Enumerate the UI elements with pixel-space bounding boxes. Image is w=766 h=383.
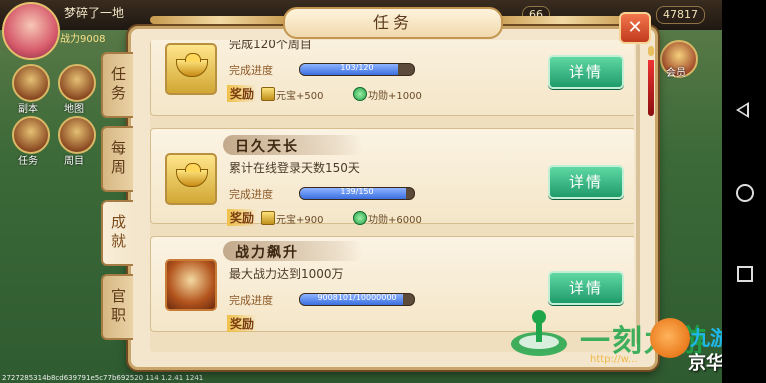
system-nav-bar <box>722 0 766 383</box>
task-title: 日久天长 <box>235 139 299 155</box>
tab-task[interactable]: 任务 <box>101 52 133 118</box>
detail-button[interactable]: 详情 <box>548 55 624 89</box>
progress-bar: 103/120 <box>299 63 415 76</box>
progress-bar: 139/150 <box>299 187 415 200</box>
task-description: 完成120个周目 <box>229 40 312 51</box>
dialog-title: 任务 <box>283 7 503 39</box>
merit-icon <box>353 87 367 101</box>
tab-official-rank[interactable]: 官职 <box>101 274 133 340</box>
reward-ingot: 元宝+900 <box>276 215 324 226</box>
mascot-icon <box>650 318 690 358</box>
reward-merit: 功勋+6000 <box>368 215 422 226</box>
progress-label: 完成进度 <box>229 294 273 307</box>
progress-label: 完成进度 <box>229 188 273 201</box>
map-label: 地图 <box>64 104 84 115</box>
dungeon-icon[interactable] <box>12 64 50 102</box>
progress-bar: 9008101/10000000 <box>299 293 415 306</box>
ingot-icon <box>261 87 275 101</box>
home-icon[interactable] <box>736 184 754 202</box>
reward-merit: 功勋+1000 <box>368 91 422 102</box>
general-portrait-icon <box>165 259 217 311</box>
player-name: 梦碎了一地 <box>64 6 125 20</box>
merit-icon <box>353 211 367 225</box>
task-item: 日久天长 累计在线登录天数150天 完成进度 139/150 奖励 元宝+900… <box>150 128 634 226</box>
task-title: 战力飙升 <box>235 245 299 261</box>
joystick-logo-icon <box>511 310 567 356</box>
progress-text: 139/150 <box>340 187 374 196</box>
cycle-label: 周目 <box>64 156 84 167</box>
close-button[interactable]: ✕ <box>619 12 651 44</box>
watermark-url: http://w... <box>590 354 638 365</box>
map-icon[interactable] <box>58 64 96 102</box>
progress-text: 9008101/10000000 <box>317 293 397 302</box>
task-description: 最大战力达到1000万 <box>229 267 344 281</box>
power-label: 战力9008 <box>60 34 106 45</box>
tab-achievement[interactable]: 成就 <box>101 200 133 266</box>
reward-label: 奖励 <box>227 209 258 226</box>
tab-weekly[interactable]: 每周 <box>101 126 133 192</box>
detail-button[interactable]: 详情 <box>548 165 624 199</box>
debug-text: 2727285314b8cd639791e5c77b692520 114 1.2… <box>2 374 204 382</box>
detail-button[interactable]: 详情 <box>548 271 624 305</box>
ingot-icon <box>261 211 275 225</box>
tassel-decoration <box>648 46 654 116</box>
task-item: 完成120个周目 完成进度 103/120 奖励 元宝+500 功勋+1000 … <box>150 40 634 116</box>
quest-label: 任务 <box>18 156 38 167</box>
progress-text: 103/120 <box>340 63 374 72</box>
gold-ingot-icon <box>165 153 217 205</box>
task-description: 累计在线登录天数150天 <box>229 161 360 175</box>
title-ornament-right <box>492 16 632 24</box>
task-list[interactable]: 完成120个周目 完成进度 103/120 奖励 元宝+500 功勋+1000 … <box>150 40 634 352</box>
back-icon[interactable] <box>736 102 749 118</box>
progress-label: 完成进度 <box>229 64 273 77</box>
gold-ingot-icon <box>165 43 217 95</box>
vip-label: 会员 <box>666 68 686 79</box>
recent-apps-icon[interactable] <box>737 266 753 282</box>
reward-label: 奖励 <box>227 85 258 102</box>
reward-label: 奖励 <box>227 315 258 332</box>
dungeon-label: 副本 <box>18 104 38 115</box>
reward-ingot: 元宝+500 <box>276 91 324 102</box>
resource-counter-2: 47817 <box>656 6 705 24</box>
quest-icon[interactable] <box>12 116 50 154</box>
player-avatar[interactable] <box>2 2 60 60</box>
cycle-icon[interactable] <box>58 116 96 154</box>
title-ornament-left <box>150 16 290 24</box>
scrollbar[interactable] <box>636 44 640 344</box>
